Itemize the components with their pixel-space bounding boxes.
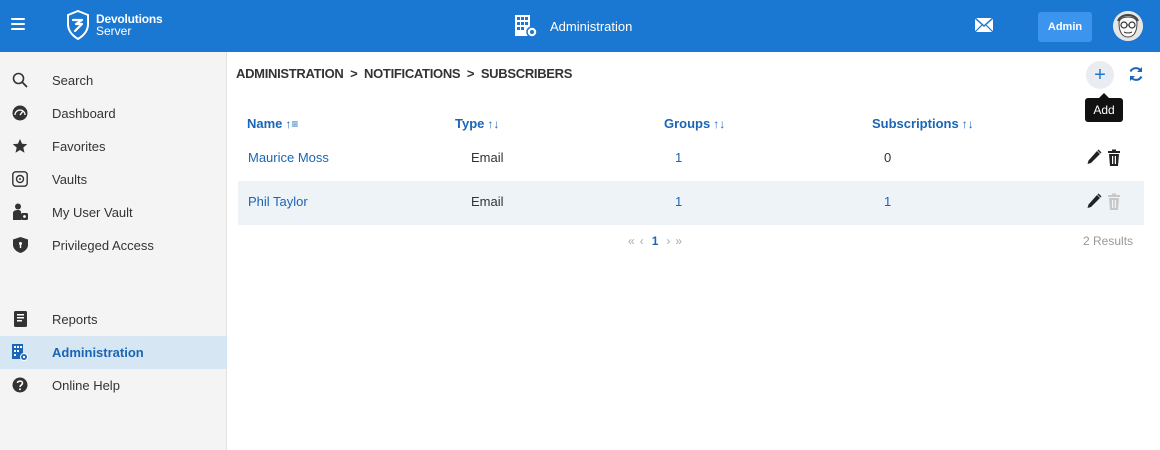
sort-icon: ↑≡ <box>285 117 299 131</box>
table-row: Phil Taylor Email 1 1 <box>238 181 1144 225</box>
groups-count-link[interactable]: 1 <box>675 150 682 165</box>
column-header-type[interactable]: Type ↑↓ <box>455 116 499 131</box>
add-button[interactable]: + <box>1086 61 1114 89</box>
sidebar: Search Dashboard Favorites Vaults My Use… <box>0 52 227 450</box>
sidebar-item-search[interactable]: Search <box>0 64 227 97</box>
current-page[interactable]: 1 <box>652 234 659 248</box>
sidebar-item-dashboard[interactable]: Dashboard <box>0 97 227 130</box>
edit-pencil-icon[interactable] <box>1086 193 1102 211</box>
add-tooltip: Add <box>1085 93 1123 122</box>
sidebar-item-label: Favorites <box>52 139 106 154</box>
plus-icon: + <box>1094 64 1106 86</box>
subscriber-type: Email <box>471 194 504 209</box>
page-heading: Administration <box>514 14 632 38</box>
column-header-label: Groups <box>664 116 711 131</box>
administration-icon <box>12 343 28 361</box>
sidebar-item-online-help[interactable]: Online Help <box>0 369 227 402</box>
results-count: 2 Results <box>1083 234 1134 248</box>
star-icon <box>12 138 28 154</box>
brand-subtitle: Server <box>96 24 132 38</box>
sidebar-item-reports[interactable]: Reports <box>0 303 227 336</box>
breadcrumb: ADMINISTRATION > NOTIFICATIONS > SUBSCRI… <box>236 66 573 81</box>
sidebar-item-administration[interactable]: Administration <box>0 336 227 369</box>
sidebar-item-label: Online Help <box>52 378 120 393</box>
sidebar-item-privileged-access[interactable]: Privileged Access <box>0 229 227 262</box>
subscriber-type: Email <box>471 150 504 165</box>
search-icon <box>12 72 28 88</box>
last-page-button[interactable]: » <box>675 234 682 248</box>
page-heading-label: Administration <box>550 18 633 34</box>
shield-icon <box>12 237 28 253</box>
dashboard-icon <box>12 105 28 121</box>
user-avatar[interactable] <box>1113 11 1143 41</box>
vault-icon <box>12 171 28 187</box>
column-header-label: Name <box>247 116 283 131</box>
brand-logo[interactable]: Devolutions Server <box>66 10 163 40</box>
sidebar-item-label: Vaults <box>52 172 88 187</box>
trash-icon-disabled <box>1108 193 1120 210</box>
sort-icon: ↑↓ <box>487 117 500 131</box>
next-page-button[interactable]: › <box>666 234 670 248</box>
sidebar-item-my-user-vault[interactable]: My User Vault <box>0 196 227 229</box>
sort-icon: ↑↓ <box>713 117 726 131</box>
subscriber-name-link[interactable]: Maurice Moss <box>248 150 329 165</box>
sidebar-item-label: Dashboard <box>52 106 116 121</box>
groups-count-link[interactable]: 1 <box>675 194 682 209</box>
pagination: « ‹ 1 › » <box>628 234 682 248</box>
admin-button[interactable]: Admin <box>1038 12 1092 42</box>
sidebar-item-label: Search <box>52 73 94 88</box>
column-header-subscriptions[interactable]: Subscriptions ↑↓ <box>872 116 974 131</box>
sort-icon: ↑↓ <box>961 117 974 131</box>
refresh-icon[interactable] <box>1127 65 1145 83</box>
column-header-name[interactable]: Name ↑≡ <box>247 116 298 131</box>
reports-icon <box>12 311 28 327</box>
column-header-groups[interactable]: Groups ↑↓ <box>664 116 725 131</box>
menu-icon[interactable] <box>11 18 25 30</box>
help-icon <box>12 377 28 393</box>
column-header-label: Type <box>455 116 485 131</box>
edit-pencil-icon[interactable] <box>1086 149 1102 167</box>
administration-icon <box>515 15 538 38</box>
avatar-face-icon <box>1113 11 1143 41</box>
sidebar-item-label: My User Vault <box>52 205 133 220</box>
subscriber-name-link[interactable]: Phil Taylor <box>248 194 308 209</box>
devolutions-shield-icon <box>67 10 89 40</box>
sidebar-item-label: Reports <box>52 312 98 327</box>
top-bar: Devolutions Server Administration Admin <box>0 0 1160 52</box>
previous-page-button[interactable]: ‹ <box>640 234 644 248</box>
first-page-button[interactable]: « <box>628 234 635 248</box>
sidebar-item-vaults[interactable]: Vaults <box>0 163 227 196</box>
column-header-label: Subscriptions <box>872 116 959 131</box>
trash-icon[interactable] <box>1106 149 1122 167</box>
sidebar-item-favorites[interactable]: Favorites <box>0 130 227 163</box>
sidebar-item-label: Privileged Access <box>52 238 154 253</box>
sidebar-item-label: Administration <box>52 345 144 360</box>
table-row: Maurice Moss Email 1 0 <box>238 137 1144 181</box>
user-vault-icon <box>12 203 28 220</box>
mail-icon[interactable] <box>975 18 993 32</box>
subscriptions-count: 0 <box>884 150 892 165</box>
subscriptions-count-link[interactable]: 1 <box>884 194 891 209</box>
